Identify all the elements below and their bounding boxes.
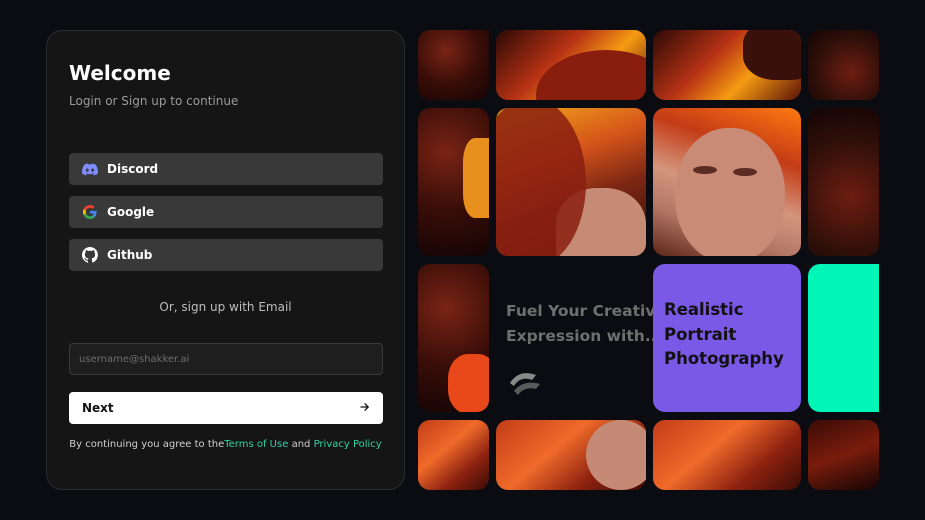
woman-portrait-image: [653, 108, 801, 256]
red-fabric-image: [653, 420, 801, 490]
red-fabric-image: [496, 420, 646, 490]
terms-prefix: By continuing you agree to the: [69, 439, 225, 450]
discord-login-label: Discord: [107, 162, 159, 176]
terms-text: By continuing you agree to theTerms of U…: [47, 439, 404, 450]
feature-line-2: Portrait: [664, 324, 737, 344]
arrow-right-icon: [360, 401, 370, 415]
github-login-button[interactable]: Github: [69, 239, 383, 271]
portrait-top-image: [496, 30, 646, 100]
google-icon: [82, 204, 98, 220]
github-login-label: Github: [107, 248, 153, 262]
terms-of-use-link[interactable]: Terms of Use: [224, 439, 288, 450]
lava-rock-image: [418, 264, 489, 412]
promo-line-1: Fuel Your Creative: [506, 302, 666, 320]
feature-line-1: Realistic: [664, 300, 744, 319]
login-panel: Welcome Login or Sign up to continue Dis…: [46, 30, 405, 490]
red-hair-portrait-image: [496, 108, 646, 256]
promo-line-2: Expression with...: [506, 327, 663, 345]
discord-icon: [82, 161, 98, 177]
promo-card: Fuel Your Creative Expression with...: [496, 264, 666, 412]
terms-and: and: [291, 439, 311, 450]
mint-accent-card: [808, 264, 879, 412]
google-login-button[interactable]: Google: [69, 196, 383, 228]
feature-text: Realistic Portrait Photography: [664, 298, 784, 372]
page-title: Welcome: [69, 61, 171, 85]
lava-rock-image: [418, 30, 489, 100]
shakker-logo-icon: [506, 367, 542, 397]
red-fabric-image: [418, 420, 489, 490]
page-subtitle: Login or Sign up to continue: [69, 94, 239, 108]
promo-text: Fuel Your Creative Expression with...: [506, 299, 666, 349]
google-login-label: Google: [107, 205, 155, 219]
privacy-policy-link[interactable]: Privacy Policy: [314, 439, 382, 450]
feature-line-3: Photography: [664, 349, 784, 368]
email-input[interactable]: [69, 343, 383, 375]
red-fabric-image: [808, 420, 879, 490]
lava-rock-image: [808, 108, 879, 256]
lava-rock-image: [808, 30, 879, 100]
email-divider-text: Or, sign up with Email: [159, 300, 292, 314]
lava-rock-image: [418, 108, 489, 256]
lava-flow-image: [653, 30, 801, 100]
next-button-label: Next: [82, 401, 114, 415]
discord-login-button[interactable]: Discord: [69, 153, 383, 185]
next-button[interactable]: Next: [69, 392, 383, 424]
github-icon: [82, 247, 98, 263]
feature-card: Realistic Portrait Photography: [653, 264, 801, 412]
